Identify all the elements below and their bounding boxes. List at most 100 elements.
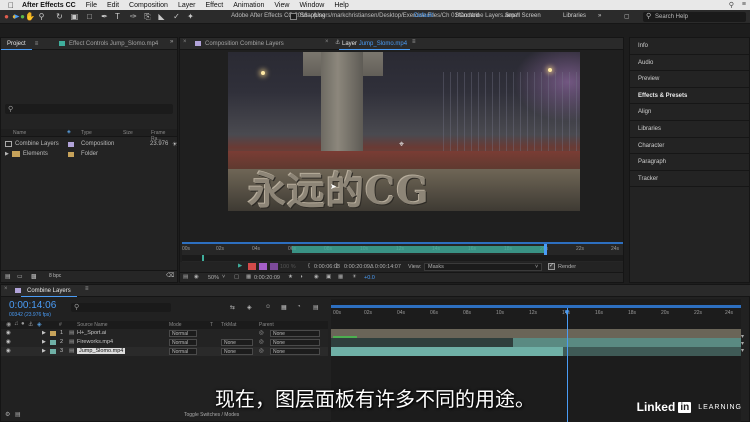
timeline-scroll-up-icon[interactable]: ▾: [741, 333, 749, 340]
fit-icon[interactable]: ▢: [234, 274, 239, 280]
out-point-value[interactable]: 0:00:20:09: [344, 264, 370, 270]
column-type[interactable]: Type: [81, 130, 92, 136]
label-color-chip[interactable]: [50, 349, 56, 354]
layer-nav-bar[interactable]: [182, 255, 623, 261]
list-menu-icon[interactable]: ≡: [742, 1, 746, 9]
playhead-handle-icon[interactable]: ▼: [563, 308, 571, 317]
clip-bar-jump-slomo[interactable]: [331, 347, 563, 356]
eye-icon[interactable]: ◉: [6, 339, 11, 345]
shy-layers-icon[interactable]: ☺: [265, 304, 271, 310]
transparency-grid-icon[interactable]: ▦: [338, 274, 343, 280]
set-out-icon[interactable]: }: [336, 263, 338, 269]
anchor-point-icon[interactable]: ⌖: [399, 139, 404, 150]
panel-overflow-icon[interactable]: »: [170, 39, 173, 45]
column-source-name[interactable]: Source Name: [77, 322, 108, 328]
exposure-reset-icon[interactable]: ☀: [352, 274, 357, 280]
column-parent[interactable]: Parent: [259, 322, 274, 328]
layer-name-selected[interactable]: Jump_Slomo.mp4: [77, 348, 126, 354]
parent-dropdown[interactable]: None: [270, 330, 320, 337]
panel-libraries[interactable]: Libraries: [630, 121, 749, 138]
workspace-small-screen[interactable]: Small Screen: [505, 13, 541, 19]
show-snapshot-icon[interactable]: ◗: [300, 274, 303, 280]
title-action-safe-icon[interactable]: ▦: [246, 274, 251, 280]
clip-bar-h-sport[interactable]: [331, 329, 741, 338]
layer-switches-icon[interactable]: ⚙: [5, 411, 10, 418]
workspace-sync-icon[interactable]: ▢: [624, 13, 630, 20]
layer-row-3[interactable]: ◉ ▶ 3 ▤ Jump_Slomo.mp4 Normal None ◎ Non…: [1, 347, 328, 356]
timeline-scrollbar[interactable]: ▾ ▾ ▾: [741, 333, 749, 373]
play-arrow-icon[interactable]: ▶: [238, 263, 242, 269]
panel-effects-presets[interactable]: Effects & Presets: [630, 88, 749, 105]
panel-menu-icon[interactable]: ≡: [85, 286, 89, 292]
column-t[interactable]: T: [210, 322, 213, 328]
motion-blur-icon[interactable]: ◔: [297, 304, 301, 310]
expand-arrow-icon[interactable]: ▶: [42, 339, 46, 345]
brush-tool-icon[interactable]: ✑: [129, 12, 138, 21]
solo-toggle-icon[interactable]: ●: [21, 321, 25, 327]
menu-composition[interactable]: Composition: [129, 2, 168, 9]
trkmat-dropdown[interactable]: None: [221, 348, 253, 355]
parent-pick-whip-icon[interactable]: ◎: [259, 339, 264, 345]
snapping-checkbox[interactable]: [290, 13, 297, 20]
channel-icon[interactable]: ◉: [314, 274, 319, 280]
exposure-value[interactable]: +0.0: [364, 275, 375, 281]
view-dropdown[interactable]: Masks ˅: [424, 263, 542, 271]
zoom-dropdown[interactable]: 50%: [208, 275, 219, 281]
current-time[interactable]: 0:00:20:09: [254, 275, 280, 281]
region-of-interest-icon[interactable]: ▣: [326, 274, 331, 280]
opacity-value[interactable]: 100 %: [280, 264, 296, 270]
menu-effect[interactable]: Effect: [205, 2, 223, 9]
search-menu-icon[interactable]: ⚲: [729, 1, 734, 9]
workspace-default[interactable]: Default: [414, 13, 433, 19]
toggle-switches-modes[interactable]: Toggle Switches / Modes: [184, 412, 239, 418]
panel-paragraph[interactable]: Paragraph: [630, 154, 749, 171]
parent-dropdown[interactable]: None: [270, 348, 320, 355]
layer-row-2[interactable]: ◉ ▶ 2 ▤ Fireworks.mp4 Normal None ◎ None: [1, 338, 328, 347]
comp-mini-flowchart-icon[interactable]: ⇆: [230, 304, 235, 311]
clip-bar-fireworks[interactable]: [513, 338, 741, 347]
mode-dropdown[interactable]: Normal: [169, 339, 197, 346]
parent-pick-whip-icon[interactable]: ◎: [259, 330, 264, 336]
layer-search-input[interactable]: ⚲: [71, 303, 171, 312]
modes-icon[interactable]: ▤: [15, 411, 21, 418]
column-size[interactable]: Size: [123, 130, 133, 136]
camera-tool-icon[interactable]: ▣: [70, 12, 79, 21]
panel-menu-icon[interactable]: ≡: [412, 39, 416, 45]
zoom-tool-icon[interactable]: ⚲: [37, 12, 46, 21]
project-item-combine-layers[interactable]: Combine Layers Composition 23.976 ☀: [5, 141, 177, 148]
rectangle-tool-icon[interactable]: □: [85, 12, 94, 21]
flowchart-icon[interactable]: ☀: [172, 141, 177, 148]
chevron-down-icon[interactable]: ˅: [222, 274, 225, 280]
bit-depth-button[interactable]: 8 bpc: [49, 273, 61, 279]
hand-tool-icon[interactable]: ✋: [25, 12, 35, 21]
menu-file[interactable]: File: [86, 2, 97, 9]
audio-toggle-icon[interactable]: ♫: [14, 321, 19, 327]
menu-window[interactable]: Window: [299, 2, 324, 9]
layer-row-1[interactable]: ◉ ▶ 1 ▤ H+_Sport.ai Normal ◎ None: [1, 329, 328, 338]
mode-dropdown[interactable]: Normal: [169, 330, 197, 337]
frame-blending-icon[interactable]: ▦: [281, 304, 287, 311]
close-tab-icon[interactable]: ×: [183, 39, 187, 45]
roto-brush-tool-icon[interactable]: ✓: [172, 12, 181, 21]
tab-project[interactable]: Project: [1, 38, 32, 50]
timeline-current-time[interactable]: 0:00:14:06: [9, 300, 56, 311]
interpret-footage-icon[interactable]: ▤: [5, 273, 11, 280]
eraser-tool-icon[interactable]: ◣: [157, 12, 166, 21]
work-area-bar[interactable]: [182, 242, 623, 244]
eye-icon[interactable]: ◉: [6, 330, 11, 336]
pen-tool-icon[interactable]: ✒: [100, 12, 109, 21]
tab-layer[interactable]: Layer Jump_Slomo.mp4: [339, 38, 411, 50]
column-mode[interactable]: Mode: [169, 322, 182, 328]
menu-view[interactable]: View: [274, 2, 289, 9]
panel-preview[interactable]: Preview: [630, 71, 749, 88]
menu-help[interactable]: Help: [334, 2, 348, 9]
video-toggle-icon[interactable]: ◉: [6, 321, 11, 328]
search-help-input[interactable]: ⚲ Search Help: [643, 12, 746, 22]
project-search-input[interactable]: ⚲: [5, 104, 173, 114]
expand-arrow-icon[interactable]: ▶: [42, 330, 46, 336]
clone-stamp-tool-icon[interactable]: ⎘: [143, 12, 152, 21]
workspace-overflow-icon[interactable]: »: [598, 13, 601, 19]
tab-effect-controls[interactable]: Effect Controls Jump_Slomo.mp4: [63, 38, 164, 50]
workspace-libraries[interactable]: Libraries: [563, 13, 586, 19]
layer-name[interactable]: H+_Sport.ai: [77, 330, 106, 336]
